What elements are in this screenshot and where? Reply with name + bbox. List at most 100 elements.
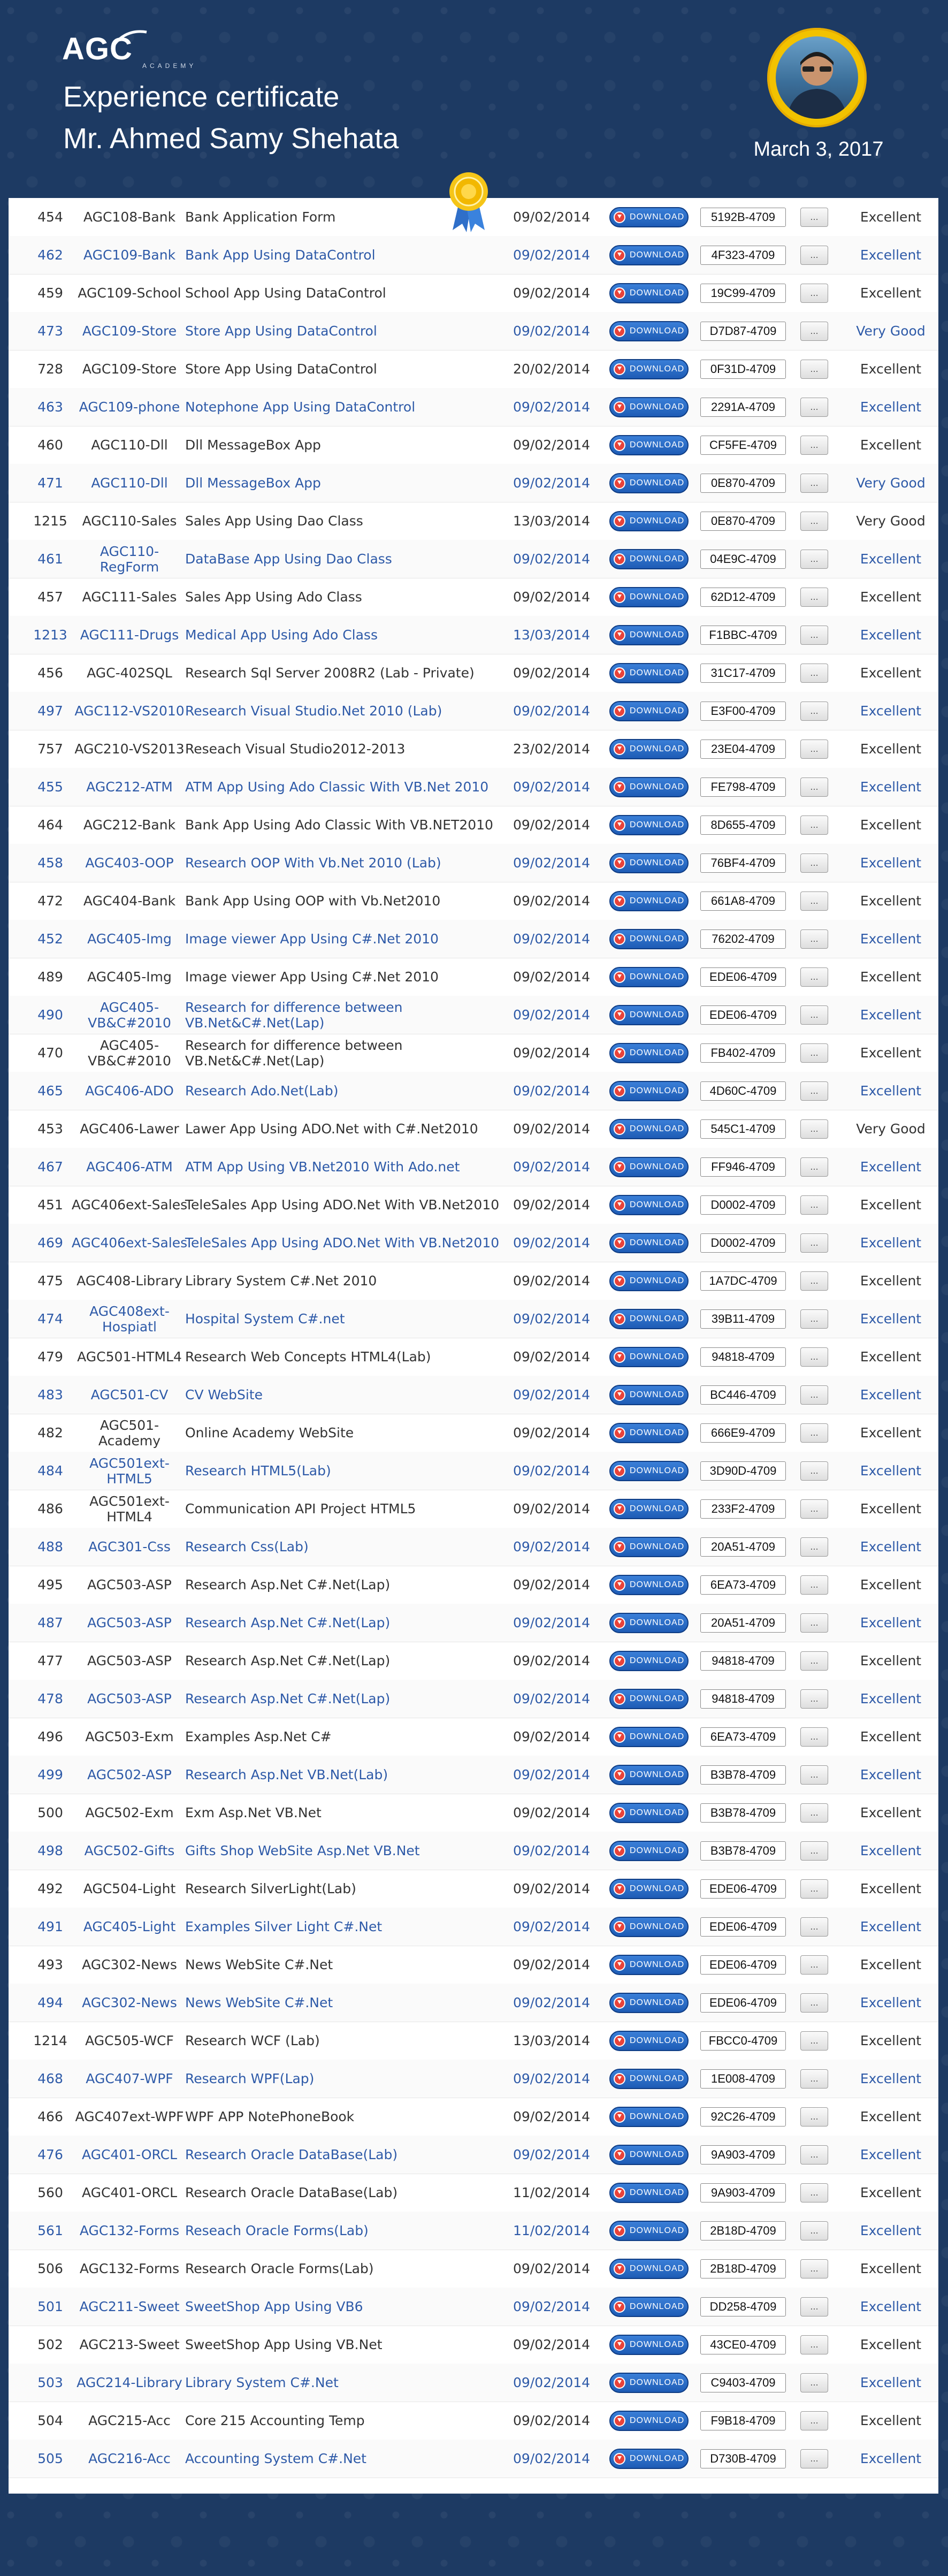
serial-field[interactable]: 31C17-4709 [700,663,786,683]
serial-field[interactable]: 19C99-4709 [700,283,786,303]
serial-field[interactable]: 76202-4709 [700,929,786,949]
more-button[interactable]: ... [800,2297,828,2316]
serial-field[interactable]: 2B18D-4709 [700,2221,786,2240]
download-button[interactable]: DOWNLOAD [609,1232,689,1253]
download-button[interactable]: DOWNLOAD [609,776,689,797]
serial-field[interactable]: 545C1-4709 [700,1119,786,1139]
download-button[interactable]: DOWNLOAD [609,1878,689,1899]
serial-field[interactable]: FBCC0-4709 [700,2031,786,2051]
download-button[interactable]: DOWNLOAD [609,1346,689,1367]
download-button[interactable]: DOWNLOAD [609,2258,689,2279]
serial-field[interactable]: EDE06-4709 [700,1005,786,1025]
serial-field[interactable]: D7D87-4709 [700,321,786,341]
download-button[interactable]: DOWNLOAD [609,2372,689,2393]
more-button[interactable]: ... [800,1765,828,1785]
download-button[interactable]: DOWNLOAD [609,1650,689,1671]
more-button[interactable]: ... [800,1499,828,1519]
more-button[interactable]: ... [800,2069,828,2089]
serial-field[interactable]: 23E04-4709 [700,739,786,759]
serial-field[interactable]: D0002-4709 [700,1195,786,1215]
serial-field[interactable]: 62D12-4709 [700,587,786,607]
download-button[interactable]: DOWNLOAD [609,1536,689,1557]
more-button[interactable]: ... [800,2031,828,2051]
download-button[interactable]: DOWNLOAD [609,1498,689,1519]
more-button[interactable]: ... [800,1879,828,1899]
more-button[interactable]: ... [800,1271,828,1291]
more-button[interactable]: ... [800,1537,828,1557]
more-button[interactable]: ... [800,777,828,797]
download-button[interactable]: DOWNLOAD [609,321,689,341]
serial-field[interactable]: 20A51-4709 [700,1537,786,1557]
more-button[interactable]: ... [800,701,828,721]
more-button[interactable]: ... [800,1689,828,1709]
serial-field[interactable]: FF946-4709 [700,1157,786,1177]
download-button[interactable]: DOWNLOAD [609,435,689,455]
more-button[interactable]: ... [800,283,828,303]
serial-field[interactable]: 04E9C-4709 [700,549,786,569]
more-button[interactable]: ... [800,587,828,607]
serial-field[interactable]: C9403-4709 [700,2373,786,2392]
serial-field[interactable]: E3F00-4709 [700,701,786,721]
more-button[interactable]: ... [800,2335,828,2354]
more-button[interactable]: ... [800,245,828,265]
serial-field[interactable]: D0002-4709 [700,1233,786,1253]
serial-field[interactable]: 1A7DC-4709 [700,1271,786,1291]
serial-field[interactable]: 39B11-4709 [700,1309,786,1329]
more-button[interactable]: ... [800,2183,828,2202]
download-button[interactable]: DOWNLOAD [609,1270,689,1291]
download-button[interactable]: DOWNLOAD [609,2296,689,2317]
serial-field[interactable]: 9A903-4709 [700,2183,786,2202]
serial-field[interactable]: 5192B-4709 [700,207,786,227]
more-button[interactable]: ... [800,1803,828,1823]
more-button[interactable]: ... [800,1575,828,1595]
more-button[interactable]: ... [800,625,828,645]
serial-field[interactable]: F1BBC-4709 [700,625,786,645]
download-button[interactable]: DOWNLOAD [609,397,689,417]
serial-field[interactable]: 1E008-4709 [700,2069,786,2089]
more-button[interactable]: ... [800,1955,828,1975]
more-button[interactable]: ... [800,1385,828,1405]
more-button[interactable]: ... [800,1461,828,1481]
download-button[interactable]: DOWNLOAD [609,2220,689,2241]
serial-field[interactable]: 94818-4709 [700,1651,786,1671]
more-button[interactable]: ... [800,1233,828,1253]
serial-field[interactable]: D730B-4709 [700,2449,786,2468]
download-button[interactable]: DOWNLOAD [609,1840,689,1861]
download-button[interactable]: DOWNLOAD [609,814,689,835]
download-button[interactable]: DOWNLOAD [609,2068,689,2089]
download-button[interactable]: DOWNLOAD [609,2030,689,2051]
more-button[interactable]: ... [800,739,828,759]
serial-field[interactable]: B3B78-4709 [700,1803,786,1823]
serial-field[interactable]: 8D655-4709 [700,815,786,835]
serial-field[interactable]: 4F323-4709 [700,245,786,265]
download-button[interactable]: DOWNLOAD [609,700,689,721]
download-button[interactable]: DOWNLOAD [609,624,689,645]
serial-field[interactable]: EDE06-4709 [700,967,786,987]
download-button[interactable]: DOWNLOAD [609,1194,689,1215]
more-button[interactable]: ... [800,1841,828,1861]
serial-field[interactable]: 0F31D-4709 [700,359,786,379]
download-button[interactable]: DOWNLOAD [609,2410,689,2431]
more-button[interactable]: ... [800,1043,828,1063]
download-button[interactable]: DOWNLOAD [609,2448,689,2469]
download-button[interactable]: DOWNLOAD [609,852,689,873]
serial-field[interactable]: EDE06-4709 [700,1879,786,1899]
serial-field[interactable]: 20A51-4709 [700,1613,786,1633]
download-button[interactable]: DOWNLOAD [609,548,689,569]
download-button[interactable]: DOWNLOAD [609,359,689,379]
serial-field[interactable]: 94818-4709 [700,1347,786,1367]
more-button[interactable]: ... [800,1613,828,1633]
serial-field[interactable]: 94818-4709 [700,1689,786,1709]
serial-field[interactable]: 92C26-4709 [700,2107,786,2127]
serial-field[interactable]: 4D60C-4709 [700,1081,786,1101]
more-button[interactable]: ... [800,1309,828,1329]
serial-field[interactable]: FB402-4709 [700,1043,786,1063]
download-button[interactable]: DOWNLOAD [609,283,689,303]
more-button[interactable]: ... [800,1081,828,1101]
more-button[interactable]: ... [800,967,828,987]
serial-field[interactable]: FE798-4709 [700,777,786,797]
download-button[interactable]: DOWNLOAD [609,510,689,531]
more-button[interactable]: ... [800,1005,828,1025]
more-button[interactable]: ... [800,1651,828,1671]
download-button[interactable]: DOWNLOAD [609,472,689,493]
